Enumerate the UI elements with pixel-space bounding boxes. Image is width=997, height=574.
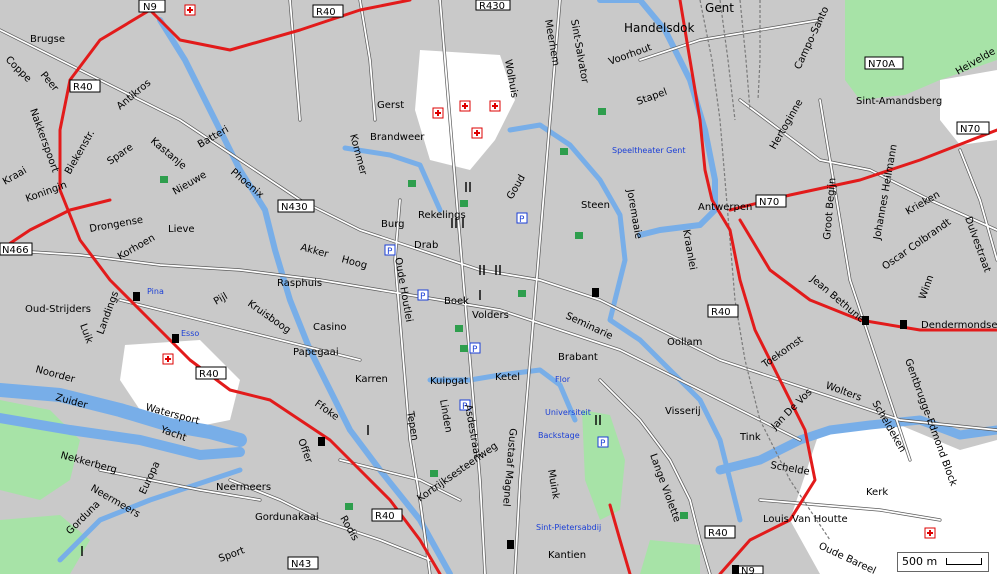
label-pina: Pina <box>147 287 164 296</box>
svg-text:P: P <box>420 292 426 302</box>
label-brabant: Brabant <box>558 352 598 363</box>
svg-text:P: P <box>519 215 525 225</box>
svg-text:N9: N9 <box>741 566 755 574</box>
shield-n70-mid: N70 <box>755 194 787 208</box>
label-lieve: Lieve <box>168 224 195 235</box>
hospital-icon <box>162 353 174 365</box>
label-dendermondse: Dendermondse <box>921 320 997 331</box>
label-sint-pietersabdij: Sint-Pietersabdij <box>536 523 601 532</box>
shield-n43: N43 <box>287 556 319 570</box>
label-oud-strijders: Oud-Strijders <box>25 304 91 315</box>
scale-bar: 500 m <box>897 552 989 572</box>
shield-n9-bottom: N9 <box>736 565 764 574</box>
label-ketel: Ketel <box>495 372 520 383</box>
label-kuipgat: Kuipgat <box>430 376 468 387</box>
label-kerk: Kerk <box>866 487 888 498</box>
parking-icon: P <box>417 289 429 302</box>
hospital-icon <box>489 100 501 112</box>
label-burg: Burg <box>381 219 404 230</box>
shield-r40-bottom: R40 <box>371 508 403 522</box>
shield-n70a: N70A <box>864 56 904 70</box>
parking-icon: P <box>469 342 481 355</box>
scale-label: 500 m <box>902 555 938 568</box>
label-flor: Flor <box>555 375 571 384</box>
svg-text:P: P <box>387 247 393 257</box>
svg-text:N70A: N70A <box>868 59 895 70</box>
svg-text:P: P <box>472 345 478 355</box>
label-papegaai: Papegaai <box>293 347 339 358</box>
shield-n430: N430 <box>277 199 315 213</box>
svg-text:R40: R40 <box>199 369 219 380</box>
shield-n466: N466 <box>0 242 33 256</box>
svg-text:P: P <box>600 439 606 449</box>
shield-n70-east: N70 <box>956 121 990 135</box>
scale-bar-line <box>946 558 982 565</box>
label-boek: Boek <box>444 296 469 307</box>
label-brugse: Brugse <box>30 34 65 45</box>
shield-r430-top: R430 <box>475 0 511 12</box>
label-gerst: Gerst <box>377 100 404 111</box>
svg-text:N70: N70 <box>960 124 980 135</box>
svg-text:N70: N70 <box>759 197 779 208</box>
label-universiteit: Universiteit <box>545 408 591 417</box>
label-casino: Casino <box>313 322 347 333</box>
label-louis-van-houtte: Louis Van Houtte <box>763 514 848 525</box>
svg-text:R40: R40 <box>316 7 336 18</box>
label-esso: Esso <box>181 329 199 338</box>
hospital-icon <box>432 107 444 119</box>
city-map[interactable]: N9 R40 R430 R40 N430 N466 N70A N70 N70 R… <box>0 0 997 574</box>
svg-text:N43: N43 <box>291 559 311 570</box>
hospital-icon <box>459 100 471 112</box>
label-sint-amandsberg: Sint-Amandsberg <box>856 96 942 107</box>
label-volders: Volders <box>472 310 509 321</box>
svg-text:N466: N466 <box>2 245 29 256</box>
label-drab: Drab <box>414 240 438 251</box>
shield-r40-east: R40 <box>707 304 739 318</box>
label-rasphuis: Rasphuis <box>277 278 322 289</box>
label-karren: Karren <box>355 374 388 385</box>
label-steen: Steen <box>581 200 610 211</box>
shield-r40-top: R40 <box>312 4 344 18</box>
svg-text:R40: R40 <box>708 528 728 539</box>
label-tink: Tink <box>739 432 761 443</box>
shield-r40-south: R40 <box>704 525 736 539</box>
hospital-icon <box>184 4 196 16</box>
label-gordunakaai: Gordunakaai <box>255 512 319 523</box>
svg-text:R40: R40 <box>711 307 731 318</box>
shield-r40-west: R40 <box>69 79 101 93</box>
parking-icon: P <box>516 212 528 225</box>
parking-icon: P <box>384 244 396 257</box>
shield-r40-sw: R40 <box>195 366 227 380</box>
shield-n9-top: N9 <box>138 0 166 13</box>
svg-text:N430: N430 <box>281 202 308 213</box>
label-brandweer: Brandweer <box>370 132 425 143</box>
label-handelsdok: Handelsdok <box>624 21 695 35</box>
label-oollam: Oollam <box>667 337 702 348</box>
label-speeltheater: Speeltheater Gent <box>612 146 685 155</box>
label-gent: Gent <box>705 1 734 15</box>
svg-text:R40: R40 <box>73 82 93 93</box>
label-backstage: Backstage <box>538 431 580 440</box>
label-kantien: Kantien <box>548 550 586 561</box>
svg-text:R40: R40 <box>375 511 395 522</box>
label-antwerpen: Antwerpen <box>698 202 752 213</box>
hospital-icon <box>471 127 483 139</box>
label-visserij: Visserij <box>665 406 701 417</box>
svg-text:R430: R430 <box>479 1 505 12</box>
label-neermeers2: Neermeers <box>216 482 271 493</box>
svg-text:N9: N9 <box>143 2 157 13</box>
parking-icon: P <box>597 436 609 449</box>
label-rekelings: Rekelings <box>418 210 466 221</box>
hospital-icon <box>924 527 936 539</box>
